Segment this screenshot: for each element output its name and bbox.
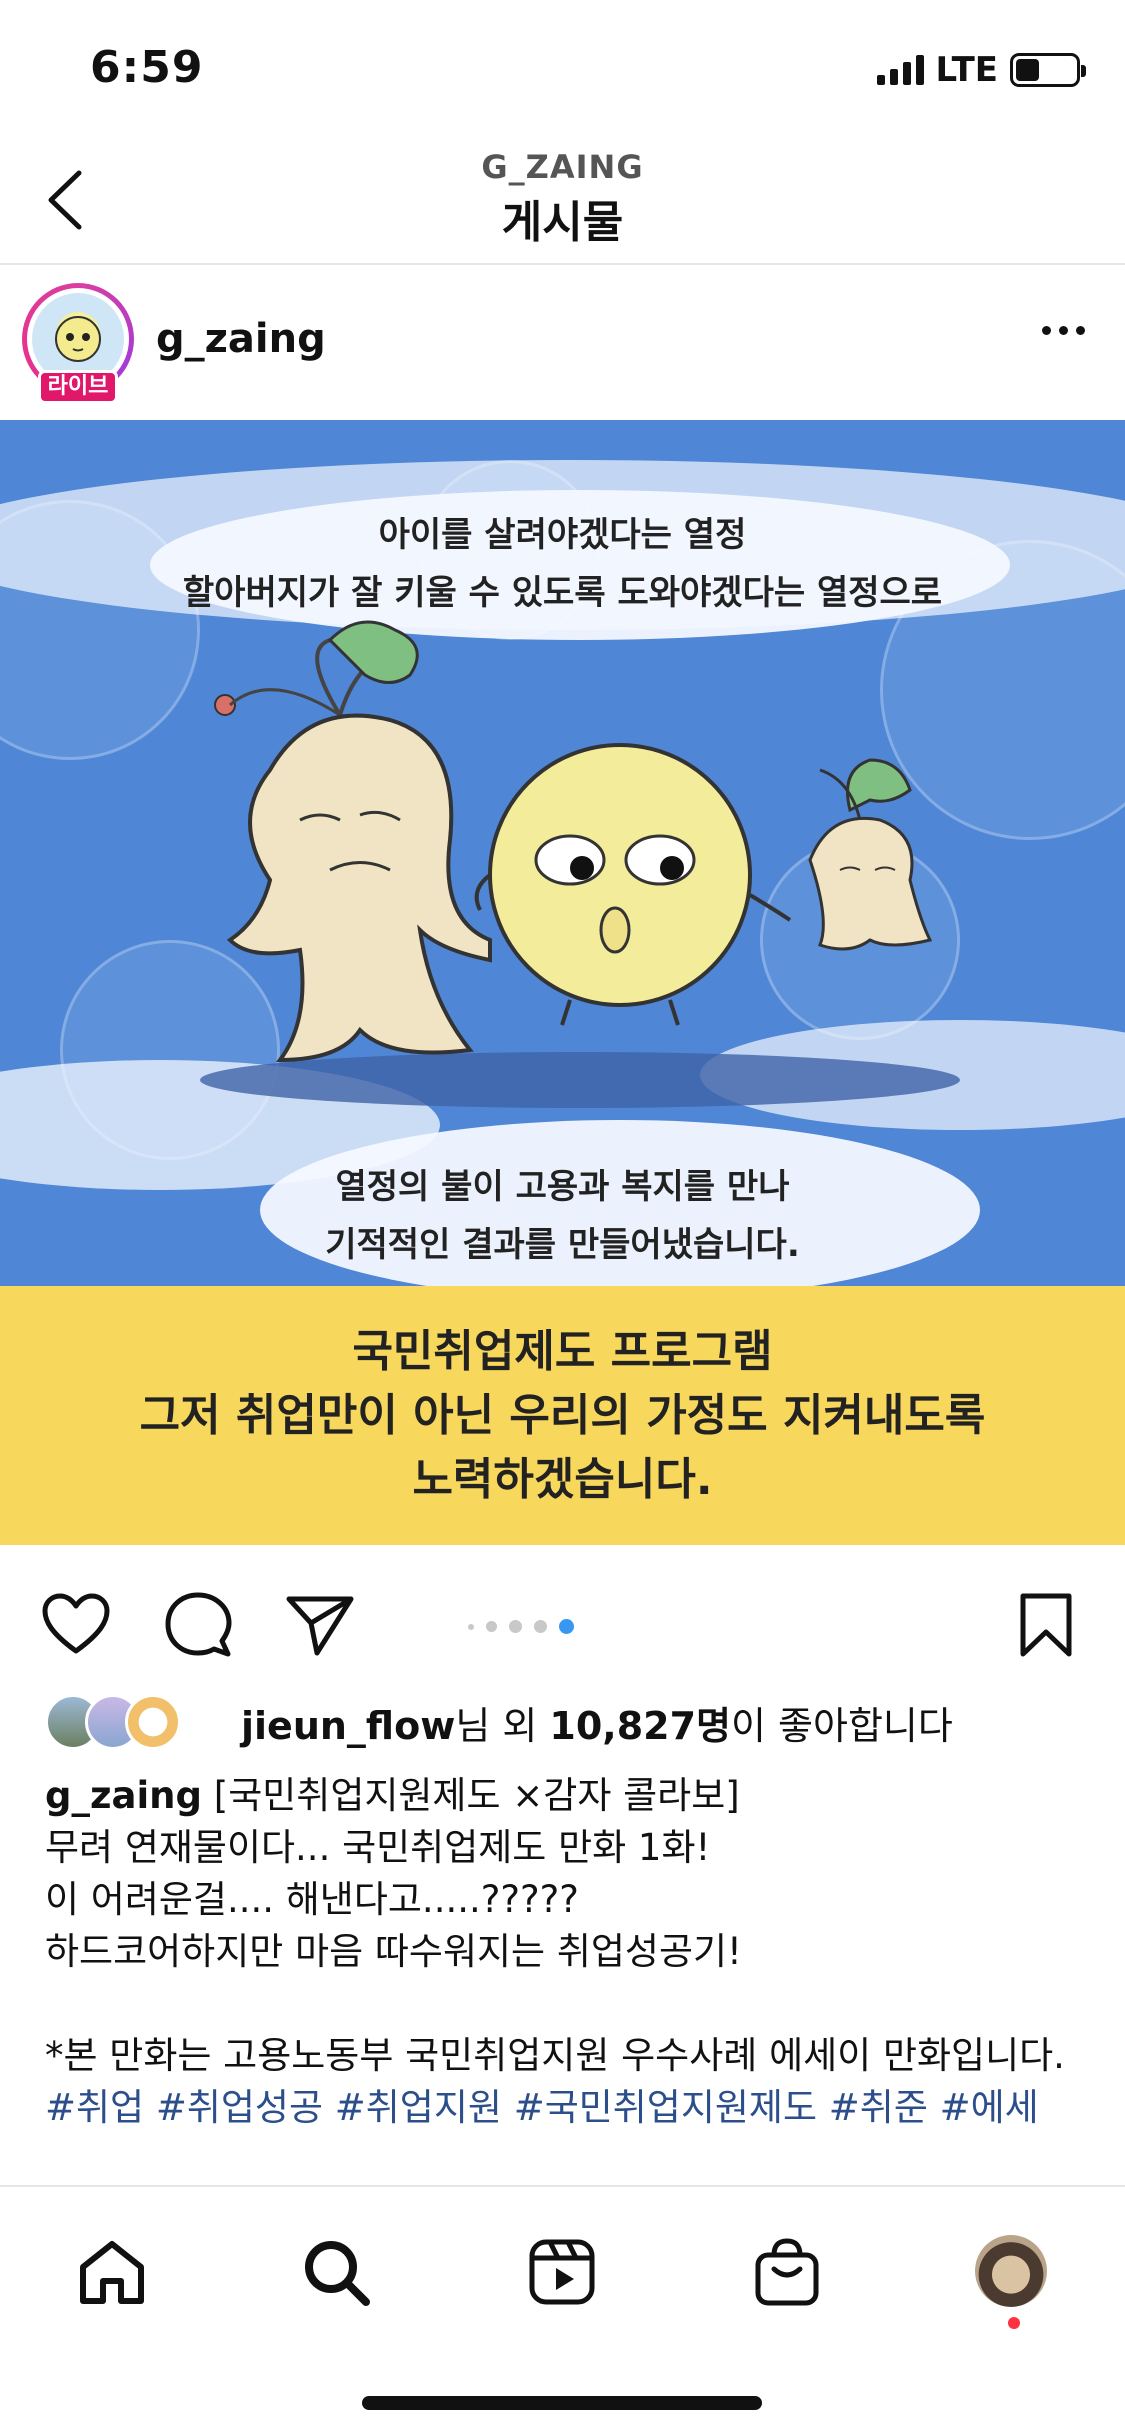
- post-actions: [0, 1545, 1125, 1695]
- liker-avatar: [125, 1694, 181, 1750]
- more-options-button[interactable]: [1042, 326, 1085, 335]
- status-bar: 6:59 LTE: [0, 0, 1125, 140]
- tab-profile[interactable]: [975, 2235, 1047, 2307]
- comic-caption-top-1: 아이를 살려야겠다는 열정: [378, 515, 747, 555]
- comic-caption-bottom-2: 기적적인 결과를 만들어냈습니다.: [325, 1225, 800, 1265]
- home-icon: [80, 2241, 144, 2304]
- post-header: 라이브 g_zaing: [0, 268, 1125, 418]
- caption-first-line: [국민취업지원제도 ×감자 콜라보]: [202, 1774, 740, 1817]
- search-icon: [305, 2241, 370, 2306]
- likes-count[interactable]: 10,827명: [549, 1704, 731, 1748]
- network-type: LTE: [935, 50, 998, 90]
- send-icon: [286, 1596, 354, 1656]
- comic-panel: 아이를 살려야겠다는 열정 할아버지가 잘 키울 수 있도록 도와야겠다는 열정…: [0, 420, 1125, 1286]
- bookmark-icon: [1020, 1593, 1072, 1657]
- carousel-indicator: [468, 1619, 574, 1634]
- more-horizontal-icon: [1042, 326, 1051, 335]
- caption-line: 무려 연재물이다... 국민취업제도 만화 1화!: [45, 1826, 711, 1869]
- post-caption: g_zaing [국민취업지원제도 ×감자 콜라보] 무려 연재물이다... 국…: [45, 1770, 1095, 2134]
- comic-banner: 국민취업제도 프로그램 그저 취업만이 아닌 우리의 가정도 지켜내도록 노력하…: [0, 1286, 1125, 1545]
- potato-character-icon: [55, 316, 101, 362]
- banner-line-3: 노력하겠습니다.: [412, 1453, 713, 1505]
- save-button[interactable]: [1008, 1587, 1084, 1663]
- share-button[interactable]: [282, 1587, 358, 1663]
- battery-icon: [1010, 53, 1086, 87]
- notification-dot: [1008, 2317, 1020, 2329]
- comic-characters-illustration: [200, 620, 960, 1108]
- heart-icon: [42, 1593, 110, 1654]
- tab-home[interactable]: [67, 2227, 157, 2317]
- reels-icon: [529, 2239, 595, 2305]
- likes-row[interactable]: jieun_flow님 외 10,827명이 좋아합니다: [45, 1692, 953, 1752]
- status-indicators: LTE: [876, 50, 1086, 90]
- post-username[interactable]: g_zaing: [156, 316, 326, 362]
- comic-caption-top-2: 할아버지가 잘 키울 수 있도록 도와야겠다는 열정으로: [182, 573, 943, 613]
- home-indicator[interactable]: [362, 2396, 762, 2410]
- cellular-signal-icon: [876, 55, 924, 85]
- status-time: 6:59: [90, 42, 204, 93]
- liker-avatars: [45, 1694, 195, 1750]
- live-badge: 라이브: [38, 370, 118, 404]
- comic-caption-bottom-1: 열정의 불이 고용과 복지를 만나: [335, 1167, 790, 1207]
- tab-shop[interactable]: [742, 2227, 832, 2317]
- post-image[interactable]: 아이를 살려야겠다는 열정 할아버지가 잘 키울 수 있도록 도와야겠다는 열정…: [0, 420, 1125, 1545]
- tab-reels[interactable]: [517, 2227, 607, 2317]
- banner-line-1: 국민취업제도 프로그램: [352, 1325, 773, 1377]
- caption-username[interactable]: g_zaing: [45, 1774, 202, 1817]
- nav-title: 게시물: [501, 197, 624, 248]
- caption-line: 이 어려운걸.... 해낸다고.....?????: [45, 1878, 579, 1921]
- nav-header: G_ZAING 게시물: [0, 140, 1125, 265]
- like-button[interactable]: [38, 1587, 114, 1663]
- banner-line-2: 그저 취업만이 아닌 우리의 가정도 지켜내도록: [139, 1389, 986, 1441]
- caption-line: 하드코어하지만 마음 따수워지는 취업성공기!: [45, 1930, 742, 1973]
- caption-hashtags[interactable]: #취업 #취업성공 #취업지원 #국민취업지원제도 #취준 #에세: [45, 2082, 1095, 2134]
- nav-subtitle: G_ZAING: [481, 148, 644, 186]
- likes-summary: jieun_flow님 외 10,827명이 좋아합니다: [241, 1703, 953, 1748]
- tab-search[interactable]: [291, 2227, 381, 2317]
- comment-button[interactable]: [160, 1587, 236, 1663]
- liker-username[interactable]: jieun_flow: [241, 1704, 455, 1748]
- shop-bag-icon: [755, 2238, 819, 2306]
- caption-line: *본 만화는 고용노동부 국민취업지원 우수사례 에세이 만화입니다.: [45, 2034, 1065, 2077]
- comment-icon: [165, 1592, 232, 1657]
